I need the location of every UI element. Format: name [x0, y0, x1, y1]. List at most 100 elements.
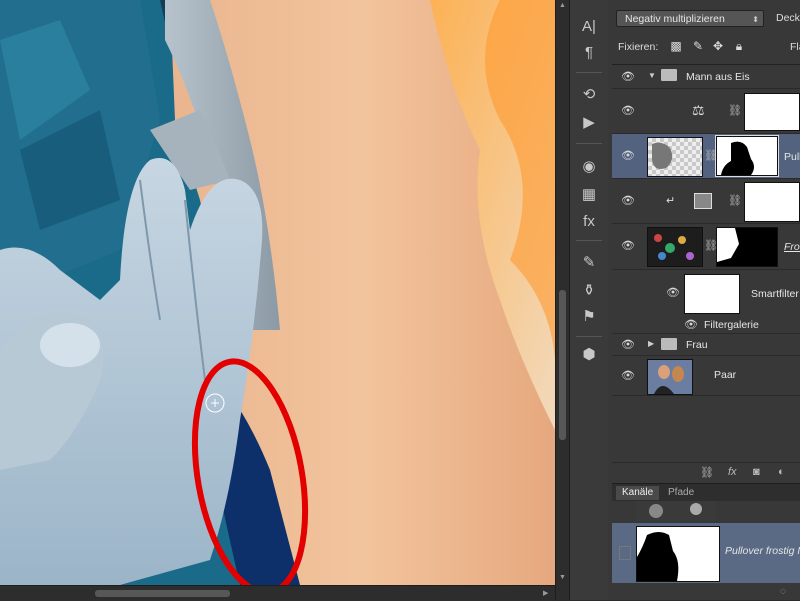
chevron-down-icon[interactable]: ▼ — [648, 71, 656, 80]
channel-row-pullover[interactable]: Pullover frostig M — [612, 523, 800, 583]
horizontal-scroll-thumb[interactable] — [95, 590, 230, 597]
selection-icon[interactable]: ◌ — [780, 586, 786, 597]
tool-divider — [576, 143, 602, 144]
visibility-eye-icon[interactable]: 👁︎ — [666, 288, 680, 299]
layer-thumbnail[interactable] — [647, 359, 693, 395]
lock-label: Fixieren: — [618, 41, 659, 53]
layer-name: Filtergalerie — [704, 319, 759, 331]
vertical-scroll-thumb[interactable] — [559, 290, 566, 440]
layers-list: 👁︎ ▼ Mann aus Eis 👁︎ ⚖ ⛓ 👁︎ ⛓ Pull 👁︎ ↵ … — [612, 64, 800, 463]
3d-icon[interactable]: ⬢ — [578, 344, 600, 366]
layer-name: Fros — [784, 241, 800, 253]
character-icon[interactable]: A| — [578, 16, 600, 38]
channel-mask-image — [637, 532, 679, 581]
layer-mask-thumbnail[interactable] — [715, 135, 779, 177]
adjustment-layer-icon[interactable]: ◐ — [778, 466, 785, 478]
history-icon[interactable]: ⟲ — [578, 84, 600, 106]
link-icon[interactable]: ⛓ — [728, 104, 742, 117]
layer-mask-thumbnail[interactable] — [744, 182, 800, 222]
chevron-right-icon[interactable]: ▶ — [648, 339, 654, 348]
tool-divider — [576, 72, 602, 73]
visibility-eye-icon[interactable]: 👁︎ — [621, 340, 635, 351]
frost-thumb-image — [654, 234, 694, 260]
visibility-eye-icon[interactable]: 👁︎ — [621, 151, 635, 162]
pullover-thumb-image — [652, 142, 673, 169]
channel-thumb-image — [636, 501, 716, 521]
layer-frost-smartobject[interactable]: 👁︎ ⛓ Fros — [612, 224, 800, 270]
select-arrows-icon: ⬍ — [752, 15, 759, 24]
brush-icon[interactable]: ✎ — [578, 252, 600, 274]
layer-thumbnail[interactable] — [647, 227, 703, 267]
actions-icon[interactable]: ▶ — [578, 112, 600, 134]
layer-smartfilter[interactable]: 👁︎ Smartfilter — [612, 270, 800, 318]
channel-name: Pullover frostig M — [725, 545, 800, 557]
visibility-eye-icon[interactable]: 👁︎ — [621, 196, 635, 207]
tab-pfade[interactable]: Pfade — [662, 486, 700, 500]
layers-footer: ⛓ fx ◙ ◐ — [612, 462, 800, 483]
scroll-right-arrow[interactable]: ▶ — [543, 589, 548, 597]
fx-styles-icon[interactable]: fx — [578, 211, 600, 233]
link-icon[interactable]: ⛓ — [728, 194, 742, 207]
layer-name: Smartfilter — [751, 288, 799, 300]
layer-mask-thumbnail[interactable] — [744, 93, 800, 131]
blend-row: Negativ multiplizieren ⬍ Deckk — [608, 8, 800, 30]
layer-name: Frau — [686, 339, 708, 351]
channel-visibility-box[interactable] — [619, 546, 631, 560]
visibility-eye-icon[interactable]: 👁︎ — [621, 106, 635, 117]
visibility-eye-icon[interactable]: 👁︎ — [684, 320, 698, 331]
lock-position-icon[interactable]: ✥ — [711, 39, 725, 53]
link-layers-icon[interactable]: ⛓ — [700, 466, 714, 479]
tab-kanaele[interactable]: Kanäle — [616, 486, 660, 500]
layer-adjustment-levels[interactable]: 👁︎ ↵ ⛓ — [612, 179, 800, 224]
tool-divider — [576, 240, 602, 241]
layer-group-mann-aus-eis[interactable]: 👁︎ ▼ Mann aus Eis — [612, 65, 800, 89]
lock-image-icon[interactable]: ✎ — [691, 39, 705, 53]
scroll-down-arrow[interactable]: ▼ — [559, 574, 566, 581]
panel-icon-strip: A| ¶ ⟲ ▶ ◉ ▦ fx ✎ ⚱ ⚑ ⬢ — [569, 0, 609, 600]
vertical-scrollbar[interactable]: ▲ ▼ — [555, 0, 569, 600]
lock-row: Fixieren: ▩ ✎ ✥ 🔒︎ Flä — [608, 38, 800, 58]
channels-list: Pullover frostig M ◌ — [612, 501, 800, 600]
mask-image — [717, 228, 739, 262]
scroll-up-arrow[interactable]: ▲ — [559, 2, 566, 9]
channel-thumbnail-partial[interactable] — [636, 501, 716, 521]
lock-all-icon[interactable]: 🔒︎ — [732, 39, 746, 53]
smartfilter-mask-thumbnail[interactable] — [684, 274, 740, 314]
add-mask-icon[interactable]: ◙ — [753, 466, 760, 478]
balance-adjustment-icon: ⚖ — [692, 102, 705, 118]
layer-adjustment-balance[interactable]: 👁︎ ⚖ ⛓ — [612, 89, 800, 134]
layer-paar[interactable]: 👁︎ Paar — [612, 356, 800, 396]
mask-image — [721, 141, 754, 175]
folder-icon — [661, 69, 677, 81]
layer-group-frau[interactable]: 👁︎ ▶ Frau — [612, 334, 800, 356]
channels-tabs: Kanäle Pfade — [612, 483, 800, 502]
layers-panel: Negativ multiplizieren ⬍ Deckk Fixieren:… — [608, 0, 800, 600]
fill-label: Flä — [790, 41, 800, 53]
layer-thumbnail[interactable] — [647, 137, 703, 177]
layer-name: Paar — [714, 369, 737, 381]
visibility-eye-icon[interactable]: 👁︎ — [621, 241, 635, 252]
layer-mask-thumbnail[interactable] — [716, 227, 778, 267]
channel-thumbnail[interactable] — [636, 526, 720, 582]
layer-pullover[interactable]: 👁︎ ⛓ Pull — [612, 134, 800, 179]
visibility-eye-icon[interactable]: 👁︎ — [621, 371, 635, 382]
layer-name: Pull — [784, 151, 800, 163]
clip-arrow-icon: ↵ — [666, 195, 676, 207]
blend-mode-select[interactable]: Negativ multiplizieren ⬍ — [616, 10, 764, 27]
layer-filtergalerie[interactable]: 👁︎ Filtergalerie — [612, 318, 800, 334]
clone-source-icon[interactable]: ⚑ — [578, 306, 600, 328]
swatches-palette-icon[interactable]: ◉ — [578, 156, 600, 178]
brush-presets-icon[interactable]: ⚱ — [578, 280, 600, 302]
horizontal-scrollbar[interactable]: ▶ — [0, 585, 555, 601]
levels-adjustment-icon — [694, 193, 712, 209]
visibility-eye-icon[interactable]: 👁︎ — [621, 72, 635, 83]
opacity-label: Deckk — [776, 12, 800, 24]
fx-icon[interactable]: fx — [728, 466, 737, 478]
tool-divider — [576, 336, 602, 337]
paar-thumb-image — [648, 360, 692, 394]
blend-mode-value: Negativ multiplizieren — [625, 13, 725, 25]
document-canvas[interactable] — [0, 0, 555, 585]
paragraph-icon[interactable]: ¶ — [578, 42, 600, 64]
lock-transparency-icon[interactable]: ▩ — [669, 39, 683, 53]
grid-icon[interactable]: ▦ — [578, 184, 600, 206]
